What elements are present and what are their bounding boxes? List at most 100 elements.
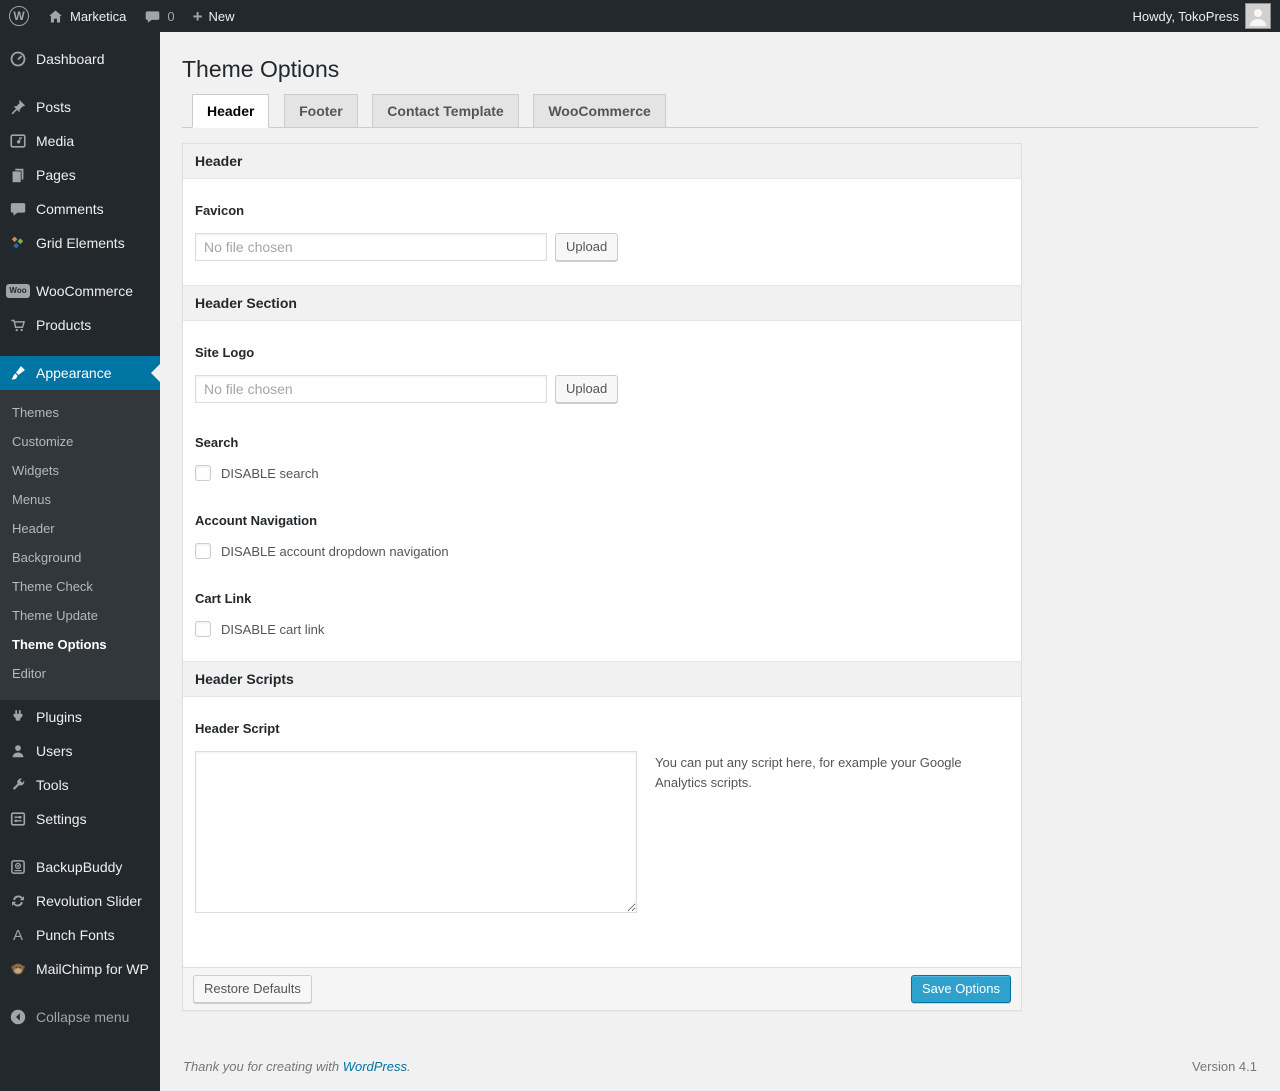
sidebar-item-label: Revolution Slider: [36, 893, 142, 909]
disable-search-row[interactable]: DISABLE search: [195, 465, 1009, 481]
submenu-item-background[interactable]: Background: [0, 543, 160, 572]
wp-logo-menu[interactable]: W: [0, 0, 38, 32]
sidebar-item-label: Plugins: [36, 709, 82, 725]
wordpress-link[interactable]: WordPress: [343, 1059, 407, 1074]
tab-bar: Header Footer Contact Template WooCommer…: [182, 94, 1258, 128]
submenu-item-customize[interactable]: Customize: [0, 427, 160, 456]
disable-account-row[interactable]: DISABLE account dropdown navigation: [195, 543, 1009, 559]
disable-search-label: DISABLE search: [221, 465, 319, 481]
header-script-row: You can put any script here, for example…: [195, 751, 1009, 913]
save-options-button[interactable]: Save Options: [910, 975, 1011, 1003]
sidebar-item-revolution-slider[interactable]: Revolution Slider: [0, 884, 160, 918]
appearance-submenu: Themes Customize Widgets Menus Header Ba…: [0, 390, 160, 700]
disable-search-checkbox[interactable]: [195, 465, 211, 481]
section-title: Header Section: [183, 285, 1021, 321]
sidebar-item-tools[interactable]: Tools: [0, 768, 160, 802]
paintbrush-icon: [8, 363, 28, 383]
section-body: Site Logo Upload Search DISABLE search: [183, 321, 1021, 661]
admin-bar-left: W Marketica 0 + New: [0, 0, 244, 32]
submenu-item-editor[interactable]: Editor: [0, 659, 160, 688]
disable-cart-row[interactable]: DISABLE cart link: [195, 621, 1009, 637]
version-label: Version 4.1: [1191, 1059, 1257, 1074]
tab-footer[interactable]: Footer: [284, 94, 358, 128]
sidebar-item-punch-fonts[interactable]: A Punch Fonts: [0, 918, 160, 952]
section-title: Header Scripts: [183, 661, 1021, 697]
footer-thanks-suffix: .: [407, 1059, 411, 1074]
sidebar-item-label: Pages: [36, 167, 76, 183]
sidebar-item-grid-elements[interactable]: Grid Elements: [0, 226, 160, 260]
submenu-item-header[interactable]: Header: [0, 514, 160, 543]
site-logo-file-input[interactable]: [195, 375, 547, 403]
sidebar-item-label: Posts: [36, 99, 72, 115]
submenu-item-theme-update[interactable]: Theme Update: [0, 601, 160, 630]
cycle-arrows-icon: [8, 891, 28, 911]
sidebar-item-backupbuddy[interactable]: BackupBuddy: [0, 850, 160, 884]
account-navigation-label: Account Navigation: [195, 513, 318, 528]
header-script-group: Header Script You can put any script her…: [195, 699, 1009, 943]
main-content: Theme Options Header Footer Contact Temp…: [160, 0, 1280, 1074]
sidebar-item-settings[interactable]: Settings: [0, 802, 160, 836]
comments-link[interactable]: 0: [135, 0, 183, 32]
sidebar-item-posts[interactable]: Posts: [0, 90, 160, 124]
disable-account-label: DISABLE account dropdown navigation: [221, 543, 449, 559]
comments-count: 0: [167, 8, 175, 24]
submenu-item-widgets[interactable]: Widgets: [0, 456, 160, 485]
sidebar-item-products[interactable]: Products: [0, 308, 160, 342]
submenu-item-theme-options[interactable]: Theme Options: [0, 630, 160, 659]
page-title: Theme Options: [182, 56, 340, 82]
favicon-group: Favicon Upload: [195, 181, 1009, 261]
sidebar-item-collapse-menu[interactable]: Collapse menu: [0, 1000, 160, 1034]
sidebar-item-label: BackupBuddy: [36, 859, 123, 875]
sidebar-item-mailchimp[interactable]: MailChimp for WP: [0, 952, 160, 986]
sidebar-item-dashboard[interactable]: Dashboard: [0, 42, 160, 76]
disable-cart-checkbox[interactable]: [195, 621, 211, 637]
section-body: Favicon Upload: [183, 179, 1021, 285]
account-menu[interactable]: Howdy, TokoPress: [1124, 0, 1280, 32]
menu-separator: [0, 76, 160, 90]
woocommerce-icon: Woo: [6, 281, 30, 301]
search-label: Search: [195, 435, 239, 450]
restore-defaults-button[interactable]: Restore Defaults: [193, 975, 312, 1003]
media-icon: [8, 131, 28, 151]
sidebar-item-label: Comments: [36, 201, 104, 217]
menu-separator: [0, 342, 160, 356]
sidebar-item-label: Products: [36, 317, 92, 333]
account-navigation-group: Account Navigation DISABLE account dropd…: [195, 481, 1009, 559]
sidebar-item-woocommerce[interactable]: Woo WooCommerce: [0, 274, 160, 308]
comments-bubble-icon: [144, 8, 161, 25]
sidebar-item-plugins[interactable]: Plugins: [0, 700, 160, 734]
submenu-item-menus[interactable]: Menus: [0, 485, 160, 514]
admin-bar: W Marketica 0 + New Howdy, TokoPress: [0, 0, 1280, 32]
section-body: Header Script You can put any script her…: [183, 697, 1021, 967]
sidebar-item-label: Collapse menu: [36, 1009, 130, 1025]
new-content-link[interactable]: + New: [184, 0, 244, 32]
submenu-item-theme-check[interactable]: Theme Check: [0, 572, 160, 601]
backupbuddy-icon: [8, 857, 28, 877]
section-header-scripts: Header Scripts Header Script You can put…: [183, 661, 1021, 967]
sidebar-item-pages[interactable]: Pages: [0, 158, 160, 192]
tab-header[interactable]: Header: [192, 94, 270, 128]
dashboard-icon: [8, 49, 28, 69]
plus-icon: +: [192, 6, 203, 26]
site-logo-upload-button[interactable]: Upload: [555, 375, 619, 403]
home-icon: [47, 8, 64, 25]
sidebar-item-label: Users: [36, 743, 73, 759]
plugin-icon: [8, 707, 28, 727]
user-icon: [8, 741, 28, 761]
sidebar-item-media[interactable]: Media: [0, 124, 160, 158]
sidebar-item-appearance[interactable]: Appearance: [0, 356, 160, 390]
tab-contact-template[interactable]: Contact Template: [372, 94, 519, 128]
panel-footer: Restore Defaults Save Options: [183, 967, 1021, 1010]
favicon-upload-button[interactable]: Upload: [555, 233, 619, 261]
site-name-link[interactable]: Marketica: [38, 0, 135, 32]
disable-account-checkbox[interactable]: [195, 543, 211, 559]
sidebar-item-users[interactable]: Users: [0, 734, 160, 768]
header-script-textarea[interactable]: [195, 751, 637, 913]
tab-woocommerce[interactable]: WooCommerce: [533, 94, 666, 128]
favicon-file-input[interactable]: [195, 233, 547, 261]
sidebar-item-label: Grid Elements: [36, 235, 125, 251]
submenu-item-themes[interactable]: Themes: [0, 398, 160, 427]
cart-link-label: Cart Link: [195, 591, 252, 606]
sidebar-item-comments[interactable]: Comments: [0, 192, 160, 226]
cart-link-group: Cart Link DISABLE cart link: [195, 559, 1009, 637]
